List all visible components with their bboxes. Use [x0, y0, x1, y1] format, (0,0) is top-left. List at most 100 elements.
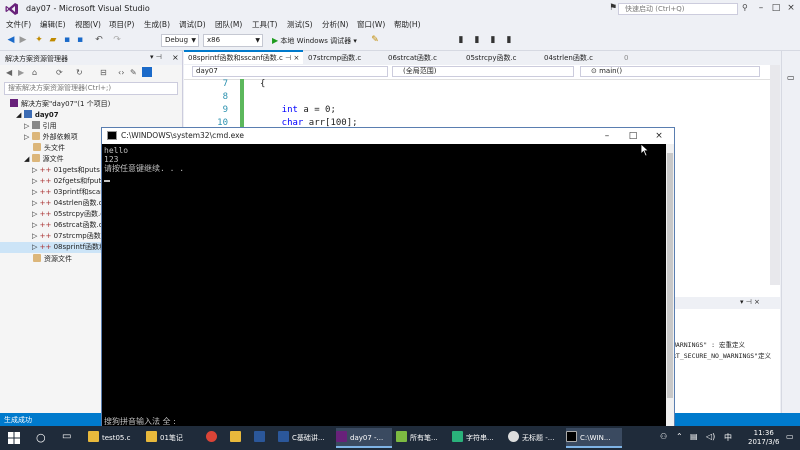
menu-edit[interactable]: 编辑(E) [40, 19, 66, 30]
sync-icon[interactable]: ⟳ [56, 68, 63, 77]
tab-08sprintf[interactable]: 08sprintf函数和sscanf函数.c ⊣ × [184, 50, 304, 64]
close-button[interactable]: × [782, 1, 800, 15]
tab-06strcat[interactable]: 06strcat函数.c [384, 52, 441, 64]
preview-icon[interactable] [142, 67, 152, 77]
cmd-title-bar[interactable]: C:\WINDOWS\system32\cmd.exe – □ × [102, 128, 674, 144]
notification-flag-icon[interactable]: ⚑ [604, 1, 622, 15]
cmd-console[interactable]: hello 123 请按任意键继续. . . 搜狗拼音输入法 全 : [102, 144, 666, 426]
expand-arrow-icon[interactable]: ◢ [24, 155, 29, 163]
taskbar-item-test05[interactable]: test05.c [88, 428, 140, 448]
collapse-arrow-icon[interactable]: ▷ [24, 133, 29, 141]
taskbar-item-cmd[interactable]: C:\WIN... [566, 428, 622, 448]
tab-04strlen[interactable]: 04strlen函数.c [540, 52, 597, 64]
configuration-select[interactable]: Debug ▼ [161, 34, 199, 47]
menu-tools[interactable]: 工具(T) [252, 19, 277, 30]
taskbar-item-word[interactable] [254, 428, 270, 448]
open-file-icon[interactable]: ▰ [48, 35, 58, 45]
collapse-arrow-icon[interactable]: ▷ [24, 122, 29, 130]
action-center-icon[interactable]: ▭ [786, 432, 794, 441]
people-icon[interactable]: ⚇ [660, 432, 667, 441]
attach-icon[interactable]: ✎ [370, 35, 380, 45]
menu-file[interactable]: 文件(F) [6, 19, 31, 30]
cmd-window[interactable]: C:\WINDOWS\system32\cmd.exe – □ × hello … [101, 127, 675, 427]
menu-view[interactable]: 视图(V) [75, 19, 101, 30]
project-scope-select[interactable]: day07 [192, 66, 388, 77]
platform-select[interactable]: x86 ▼ [203, 34, 263, 47]
taskbar-item-visual-studio[interactable]: day07 -... [336, 428, 392, 448]
function-select[interactable]: ⊙ main() [580, 66, 760, 77]
folder-icon [33, 254, 41, 262]
solution-explorer-header: 解决方案资源管理器 ▾ ⊣ × [0, 51, 182, 65]
taskbar-item-c-basics[interactable]: C基础讲... [278, 428, 332, 448]
menu-bar: 文件(F) 编辑(E) 视图(V) 项目(P) 生成(B) 调试(D) 团队(M… [0, 18, 800, 32]
tab-07strcmp[interactable]: 07strcmp函数.c [304, 52, 365, 64]
close-panel-icon[interactable]: × [172, 53, 179, 62]
bookmark-icon[interactable]: ▮ [456, 35, 466, 45]
new-project-icon[interactable]: ✦ [34, 35, 44, 45]
menu-help[interactable]: 帮助(H) [394, 19, 421, 30]
menu-build[interactable]: 生成(B) [144, 19, 170, 30]
collapse-icon[interactable]: ⊟ [100, 68, 107, 77]
cmd-close-button[interactable]: × [648, 129, 670, 143]
save-icon[interactable]: ▪ [62, 35, 72, 45]
back-icon[interactable]: ◀ [6, 68, 12, 77]
solution-explorer-toolbar: ◀ ▶ ⌂ ⟳ ↻ ⊟ ‹› ✎ [0, 65, 182, 81]
pin-icon[interactable]: ⊣ [285, 54, 291, 62]
taskbar-item-untitled[interactable]: 无标题 -... [508, 428, 564, 448]
redo-icon[interactable]: ↷ [112, 35, 122, 45]
menu-analyze[interactable]: 分析(N) [322, 19, 348, 30]
taskbar-item-notes[interactable]: 01笔记 [146, 428, 198, 448]
folder-icon [88, 431, 99, 442]
cmd-minimize-button[interactable]: – [596, 129, 618, 143]
tab-05strcpy[interactable]: 05strcpy函数.c [462, 52, 521, 64]
taskbar-item-strings[interactable]: 字符串... [452, 428, 504, 448]
volume-icon[interactable]: ◁) [706, 432, 715, 441]
refresh-icon[interactable]: ↻ [76, 68, 83, 77]
solution-search-input[interactable]: 搜索解决方案资源管理器(Ctrl+;) [4, 82, 178, 95]
save-all-icon[interactable]: ▪ [75, 35, 85, 45]
network-icon[interactable]: ▤ [690, 432, 698, 441]
menu-project[interactable]: 项目(P) [109, 19, 134, 30]
task-view-icon[interactable]: ▭ [62, 431, 71, 442]
line-number: 9 [222, 105, 228, 115]
cmd-scroll-thumb[interactable] [667, 153, 673, 398]
tab-overflow[interactable]: 0 [620, 52, 632, 64]
taskbar-item-explorer[interactable] [230, 428, 246, 448]
console-line: 123 [104, 155, 119, 164]
home-icon[interactable]: ⌂ [32, 68, 37, 77]
forward-icon[interactable]: ▶ [18, 35, 28, 45]
windows-start-icon[interactable] [8, 432, 20, 444]
expand-arrow-icon[interactable]: ◢ [16, 111, 21, 119]
taskbar-item-all-notes[interactable]: 所有笔... [396, 428, 448, 448]
code-view-icon[interactable]: ‹› [118, 68, 124, 77]
quick-launch-input[interactable]: 快速启动 (Ctrl+Q) [618, 3, 738, 15]
pin-icon[interactable]: ▾ ⊣ [150, 53, 162, 61]
menu-team[interactable]: 团队(M) [215, 19, 242, 30]
menu-test[interactable]: 测试(S) [287, 19, 313, 30]
editor-tabs: 08sprintf函数和sscanf函数.c ⊣ × 07strcmp函数.c … [184, 50, 780, 65]
editor-scrollbar[interactable] [770, 65, 780, 285]
global-scope-select[interactable]: (全局范围) [392, 66, 574, 77]
bookmark-prev-icon[interactable]: ▮ [472, 35, 482, 45]
taskbar-item-chrome[interactable] [206, 428, 222, 448]
tool-window-icon[interactable]: ▭ [787, 73, 795, 82]
menu-debug[interactable]: 调试(D) [179, 19, 206, 30]
close-icon[interactable]: × [293, 54, 299, 62]
tree-project[interactable]: ◢ day07 [0, 110, 182, 121]
tree-solution[interactable]: 解决方案"day07"(1 个项目) [0, 99, 182, 110]
search-icon[interactable]: ⚲ [742, 3, 748, 12]
system-clock[interactable]: 11:36 2017/3/6 [748, 429, 779, 447]
forward-icon[interactable]: ▶ [18, 68, 24, 77]
start-debugging-button[interactable]: ▶ 本地 Windows 调试器 ▾ [272, 36, 357, 46]
bookmark-next-icon[interactable]: ▮ [488, 35, 498, 45]
search-icon[interactable]: ○ [36, 431, 46, 444]
input-method-icon[interactable]: 中 [724, 432, 732, 443]
properties-icon[interactable]: ✎ [130, 68, 137, 77]
menu-window[interactable]: 窗口(W) [357, 19, 385, 30]
chevron-up-icon[interactable]: ⌃ [676, 432, 683, 441]
undo-icon[interactable]: ↶ [94, 35, 104, 45]
cmd-maximize-button[interactable]: □ [622, 129, 644, 143]
back-icon[interactable]: ◀ [6, 35, 16, 45]
bookmark-clear-icon[interactable]: ▮ [504, 35, 514, 45]
output-panel-controls[interactable]: ▾ ⊣ × [740, 298, 760, 306]
